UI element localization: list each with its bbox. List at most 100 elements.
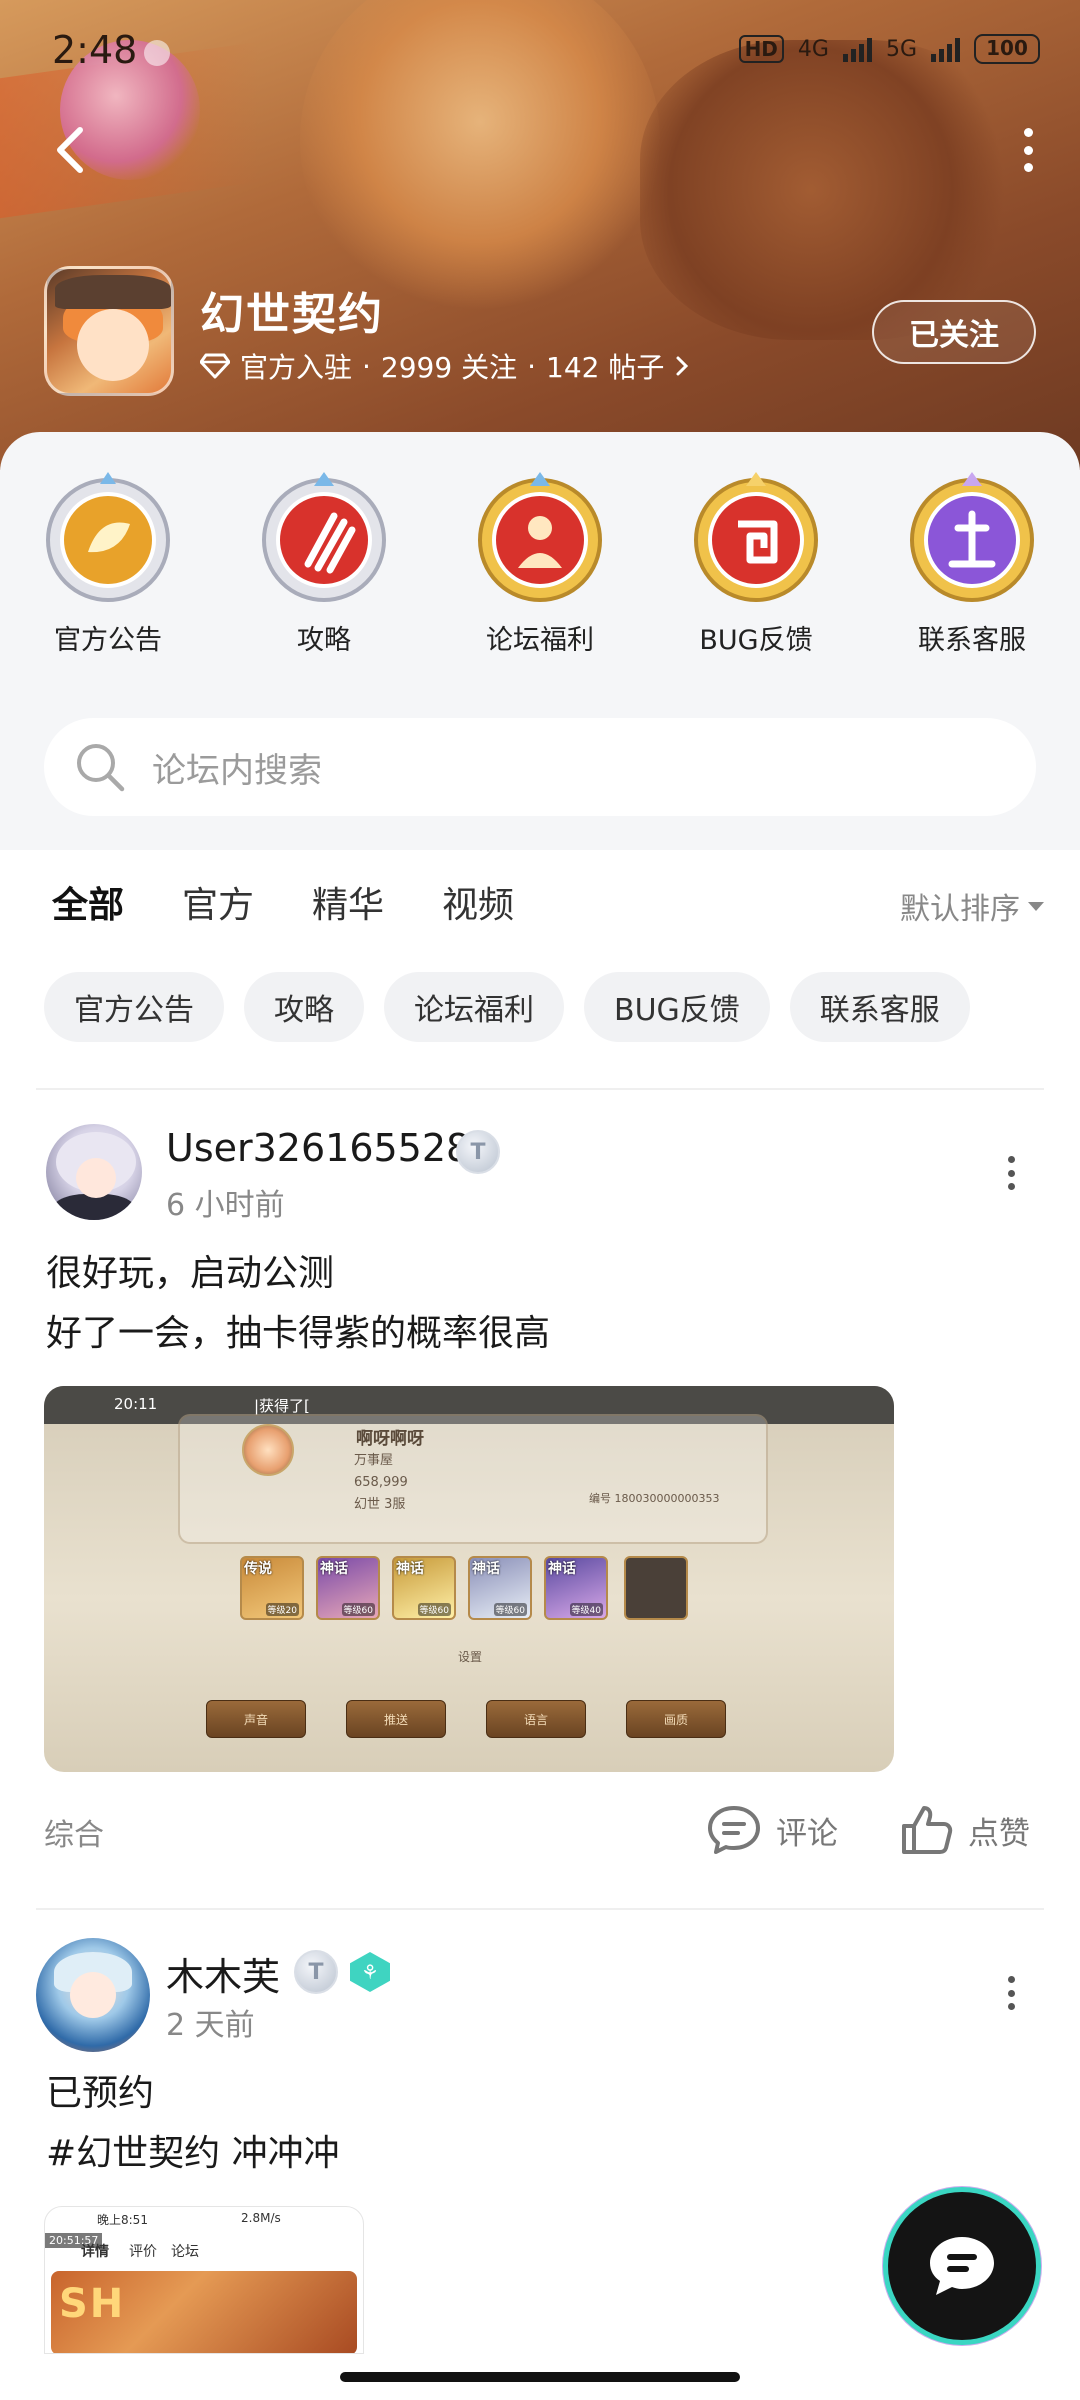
shortcut-welfare[interactable]: 论坛福利 — [432, 472, 648, 657]
chip-bug-report[interactable]: BUG反馈 — [584, 972, 770, 1042]
divider — [36, 1088, 1044, 1090]
hero-card: 传说 等级20 — [240, 1556, 304, 1620]
back-arrow-icon — [57, 127, 83, 173]
screenshot-button: 语言 — [486, 1700, 586, 1738]
screenshot-statusbar: 晚上8:51 2.8M/s — [45, 2207, 363, 2231]
post-username[interactable]: 木木芙 — [166, 1946, 280, 2001]
shortcut-guide[interactable]: 攻略 — [216, 472, 432, 657]
screenshot-time: 20:11 — [114, 1395, 158, 1413]
shortcut-list: 官方公告 攻略 论坛福利 BUG反馈 联系客服 — [0, 472, 1080, 657]
banner-art — [640, 40, 1020, 340]
player-id: 编号 180030000000353 — [589, 1492, 720, 1505]
status-right: HD 4G 5G 100 — [738, 34, 1040, 64]
tab-video[interactable]: 视频 — [442, 876, 514, 928]
bug-badge-icon — [694, 472, 818, 602]
screenshot-button: 声音 — [206, 1700, 306, 1738]
diamond-icon — [200, 353, 230, 379]
announcement-badge-icon — [46, 472, 170, 602]
shortcut-panel: 官方公告 攻略 论坛福利 BUG反馈 联系客服 论坛内搜索 — [0, 432, 1080, 850]
like-button[interactable]: 点赞 — [900, 1804, 1030, 1856]
shortcut-label: BUG反馈 — [699, 625, 813, 656]
screenshot-tab: 详情 — [81, 2244, 109, 2260]
hero-card: 神话 等级60 — [392, 1556, 456, 1620]
post-username[interactable]: User326165528 — [166, 1126, 470, 1170]
hero-card: 神话 等级60 — [316, 1556, 380, 1620]
avatar[interactable] — [46, 1124, 142, 1220]
chip-welfare[interactable]: 论坛福利 — [384, 972, 564, 1042]
network-label: 5G — [885, 36, 917, 62]
player-portrait — [242, 1424, 294, 1476]
follower-count: 2999 关注 — [380, 351, 518, 384]
hd-icon: HD — [738, 35, 784, 63]
avatar[interactable] — [36, 1938, 150, 2052]
official-label: 官方入驻 — [240, 351, 353, 384]
tab-all[interactable]: 全部 — [52, 876, 125, 934]
screenshot-speed: 2.8M/s — [241, 2211, 281, 2225]
back-button[interactable] — [50, 122, 90, 178]
player-name: 啊呀啊呀 — [356, 1429, 424, 1449]
shortcut-label: 攻略 — [297, 625, 351, 656]
post-category[interactable]: 综合 — [44, 1810, 104, 1854]
shortcut-customer-service[interactable]: 联系客服 — [864, 472, 1080, 657]
search-icon — [77, 744, 125, 792]
comment-icon — [708, 1806, 760, 1854]
dropdown-arrow-icon — [1028, 901, 1044, 911]
post-more-button[interactable] — [1006, 1156, 1016, 1190]
gem-badge-icon: ⚘ — [350, 1952, 390, 1992]
post-line: 好了一会，抽卡得紫的概率很高 — [46, 1313, 551, 1354]
empty-hero-slot — [624, 1556, 688, 1620]
forum-meta[interactable]: 官方入驻 · 2999 关注 · 142 帖子 — [200, 346, 690, 386]
follow-button[interactable]: 已关注 — [872, 300, 1036, 364]
tab-featured[interactable]: 精华 — [312, 876, 384, 928]
post-line: #幻世契约 冲冲冲 — [46, 2133, 340, 2174]
signal-icon — [931, 36, 960, 62]
shortcut-official-notice[interactable]: 官方公告 — [0, 472, 216, 657]
service-badge-icon — [910, 472, 1034, 602]
create-post-button[interactable] — [888, 2192, 1036, 2340]
post-image[interactable]: 20:11 |获得了[ 啊呀啊呀 万事屋 658,999 幻世 3服 编号 18… — [44, 1386, 894, 1772]
status-bar: 2:48 HD 4G 5G 100 — [52, 28, 1040, 76]
screenshot-button: 画质 — [626, 1700, 726, 1738]
record-indicator-icon — [144, 40, 170, 66]
post-time: 2 天前 — [166, 2008, 255, 2043]
chip-customer-service[interactable]: 联系客服 — [789, 972, 970, 1042]
like-label: 点赞 — [968, 1815, 1030, 1852]
post-image[interactable]: 晚上8:51 2.8M/s 20:51:57 详情 评价 论坛 SH — [44, 2206, 364, 2354]
shortcut-label: 官方公告 — [54, 625, 162, 656]
sort-dropdown[interactable]: 默认排序 — [900, 884, 1044, 928]
post-line: 很好玩，启动公测 — [46, 1253, 335, 1294]
screenshot-tab: 评价 — [129, 2244, 157, 2260]
post-time: 6 小时前 — [166, 1188, 285, 1223]
more-options-button[interactable] — [1016, 128, 1040, 172]
forum-title: 幻世契约 — [200, 289, 384, 340]
screenshot-got-text: |获得了[ — [254, 1397, 310, 1415]
status-time: 2:48 — [52, 28, 138, 72]
shortcut-bug-report[interactable]: BUG反馈 — [648, 472, 864, 657]
chip-guide[interactable]: 攻略 — [244, 972, 364, 1042]
shortcut-label: 联系客服 — [918, 625, 1026, 656]
post-line: 已预约 — [46, 2073, 155, 2114]
post-text[interactable]: 很好玩，启动公测 好了一会，抽卡得紫的概率很高 — [46, 1244, 550, 1364]
screenshot-banner: SH — [51, 2271, 357, 2353]
level-badge-icon: T — [456, 1130, 500, 1174]
network-label: 4G — [797, 36, 829, 62]
search-placeholder: 论坛内搜索 — [152, 750, 322, 791]
search-bar[interactable]: 论坛内搜索 — [44, 718, 1036, 816]
post-more-button[interactable] — [1006, 1976, 1016, 2010]
comment-button[interactable]: 评论 — [706, 1804, 838, 1856]
thumbs-up-icon — [902, 1806, 953, 1854]
filter-chips: 官方公告 攻略 论坛福利 BUG反馈 联系客服 — [44, 972, 970, 1042]
forum-banner: 2:48 HD 4G 5G 100 幻世契约 官方入驻 · 2999 关注 · … — [0, 0, 1080, 470]
post-count: 142 帖子 — [546, 351, 665, 384]
feed-tabs: 全部 官方 精华 视频 — [52, 876, 514, 934]
home-indicator[interactable] — [340, 2372, 740, 2382]
settings-label: 设置 — [458, 1650, 483, 1664]
signal-icon — [842, 36, 872, 62]
tab-official[interactable]: 官方 — [182, 876, 254, 928]
player-meta: 万事屋 658,999 幻世 3服 — [354, 1450, 408, 1516]
post-text[interactable]: 已预约 #幻世契约 冲冲冲 — [46, 2064, 340, 2184]
sort-label: 默认排序 — [900, 892, 1020, 927]
welfare-badge-icon — [478, 472, 602, 602]
chip-official-notice[interactable]: 官方公告 — [44, 972, 224, 1042]
game-icon — [44, 266, 174, 396]
